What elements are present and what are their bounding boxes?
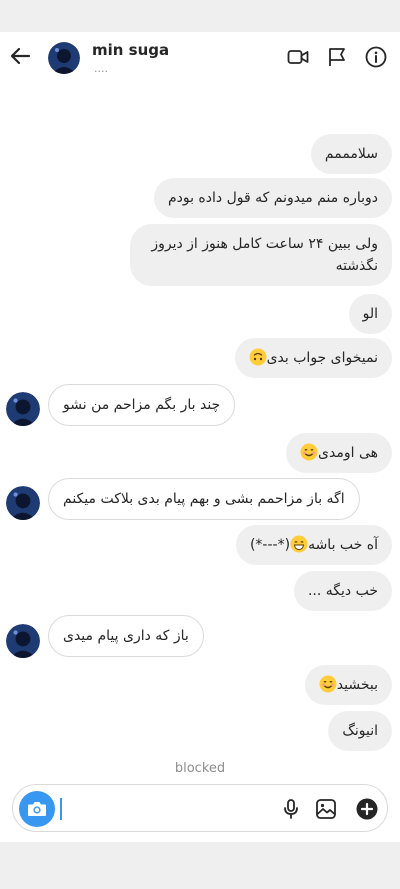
system-nav-bar xyxy=(0,842,400,889)
message-sent[interactable]: دوباره منم میدونم که قول داده بودم xyxy=(153,178,392,218)
message-composer[interactable] xyxy=(12,784,388,832)
sender-avatar[interactable] xyxy=(6,486,40,520)
back-arrow-icon[interactable] xyxy=(8,44,32,68)
add-icon[interactable] xyxy=(355,797,379,821)
microphone-icon[interactable] xyxy=(279,797,303,821)
flag-icon[interactable] xyxy=(325,45,349,69)
message-list[interactable]: سلامممم دوباره منم میدونم که قول داده بو… xyxy=(0,84,400,760)
message-text-suffix: (*---*) xyxy=(249,537,291,553)
upside-down-face-emoji-icon xyxy=(249,348,267,366)
grinning-face-emoji-icon xyxy=(290,535,308,553)
smiling-face-emoji-icon xyxy=(300,443,318,461)
message-sent[interactable]: ببخشید xyxy=(304,665,392,705)
message-text: اگه باز مزاحمم بشی و بهم پیام بدی بلاکت … xyxy=(48,478,360,520)
message-sent[interactable]: آه خب باشه (*---*) xyxy=(235,525,392,565)
message-bubble: ببخشید xyxy=(304,665,392,705)
camera-icon xyxy=(28,802,46,816)
message-sent[interactable]: الو xyxy=(348,294,392,334)
smiling-face-emoji-icon xyxy=(319,675,337,693)
info-icon[interactable] xyxy=(364,45,388,69)
message-sent[interactable]: سلامممم xyxy=(310,134,392,174)
message-text: ببخشید xyxy=(336,677,378,693)
sender-avatar[interactable] xyxy=(6,624,40,658)
message-text: نمیخوای جواب بدی xyxy=(266,350,378,366)
message-received[interactable]: اگه باز مزاحمم بشی و بهم پیام بدی بلاکت … xyxy=(48,478,360,520)
camera-button[interactable] xyxy=(19,791,55,827)
message-received[interactable]: چند بار بگم مزاحم من نشو xyxy=(48,384,236,426)
message-text: آه خب باشه xyxy=(308,537,378,553)
message-text: چند بار بگم مزاحم من نشو xyxy=(48,384,236,426)
message-text: الو xyxy=(348,294,392,334)
message-sent[interactable]: هی اومدی xyxy=(286,433,392,473)
sender-avatar[interactable] xyxy=(6,392,40,426)
message-bubble: نمیخوای جواب بدی xyxy=(234,338,392,378)
message-bubble: هی اومدی xyxy=(286,433,392,473)
message-bubble: آه خب باشه (*---*) xyxy=(235,525,392,565)
contact-name[interactable]: min suga xyxy=(92,41,169,59)
message-sent[interactable]: انیونگ xyxy=(328,711,392,751)
message-text: ولی ببین ۲۴ ساعت کامل هنوز از دیروز نگذش… xyxy=(130,224,392,286)
message-text: هی اومدی xyxy=(318,445,378,461)
blocked-notice: blocked xyxy=(174,761,226,776)
message-text: سلامممم xyxy=(310,134,392,174)
chat-header: min suga .... xyxy=(0,32,400,84)
message-sent[interactable]: نمیخوای جواب بدی xyxy=(234,338,392,378)
status-bar xyxy=(0,0,400,32)
gallery-icon[interactable] xyxy=(314,797,338,821)
message-text: دوباره منم میدونم که قول داده بودم xyxy=(153,178,392,218)
message-sent[interactable]: خب دیگه ... xyxy=(293,571,392,611)
message-text: انیونگ xyxy=(328,711,392,751)
message-text: خب دیگه ... xyxy=(293,571,392,611)
message-sent[interactable]: ولی ببین ۲۴ ساعت کامل هنوز از دیروز نگذش… xyxy=(130,224,392,286)
message-text: باز که داری پیام میدی xyxy=(48,615,204,657)
contact-status: .... xyxy=(94,62,108,75)
message-received[interactable]: باز که داری پیام میدی xyxy=(48,615,204,657)
contact-avatar[interactable] xyxy=(48,42,80,74)
text-cursor xyxy=(60,798,62,820)
video-call-icon[interactable] xyxy=(286,45,310,69)
